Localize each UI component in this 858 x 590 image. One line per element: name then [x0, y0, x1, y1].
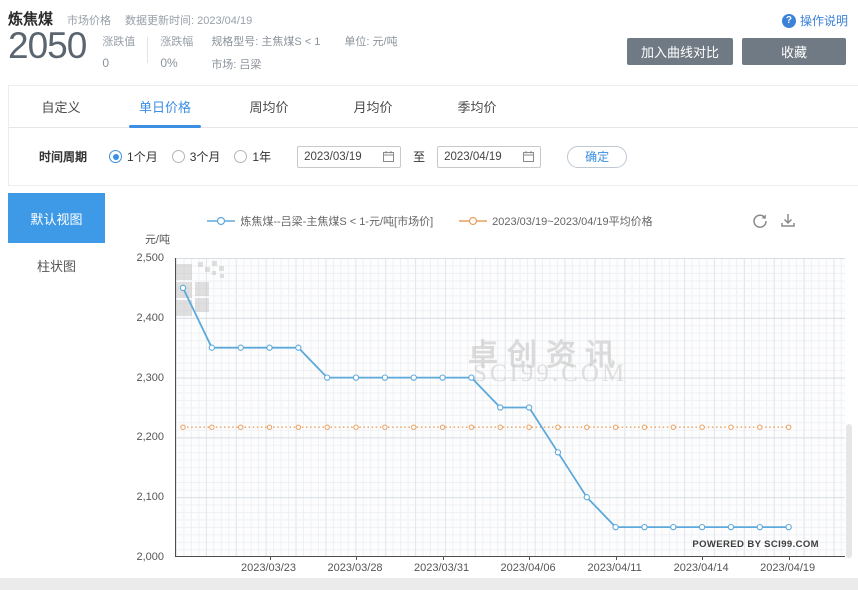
x-axis-tickmark	[616, 556, 617, 560]
price-line-chart	[176, 258, 846, 557]
unit-label: 单位: 元/吨	[344, 27, 397, 49]
refresh-icon[interactable]	[751, 212, 769, 230]
tab-daily-price[interactable]: 单日价格	[113, 86, 217, 127]
calendar-icon	[523, 151, 534, 162]
period-label: 时间周期	[39, 148, 87, 165]
legend-label: 2023/03/19~2023/04/19平均价格	[492, 213, 653, 229]
x-axis: 2023/03/23 2023/03/28 2023/03/31 2023/04/06…	[175, 562, 845, 578]
end-date-input[interactable]: 2023/04/19	[437, 146, 541, 168]
horizontal-scrollbar[interactable]	[0, 578, 858, 590]
change-pct-block: 涨跌幅 0%	[160, 27, 193, 70]
start-date-value: 2023/03/19	[304, 151, 362, 163]
radio-label: 3个月	[190, 148, 221, 165]
legend-label: 炼焦煤--吕梁-主焦煤S < 1-元/吨[市场价]	[240, 213, 433, 229]
price-summary: 2050 涨跌值 0 涨跌幅 0% 规格型号: 主焦煤S < 1 市场: 吕梁 …	[8, 27, 398, 72]
tab-custom[interactable]: 自定义	[9, 86, 113, 127]
y-axis-tick: 2,000	[136, 551, 164, 563]
y-axis-tick: 2,100	[136, 491, 164, 503]
sidebar-item-default-view[interactable]: 默认视图	[8, 193, 105, 243]
x-axis-tick: 2023/04/19	[760, 562, 815, 574]
x-axis-tick: 2023/04/11	[587, 562, 641, 574]
y-axis-tick: 2,200	[136, 431, 164, 443]
calendar-icon	[383, 151, 394, 162]
y-axis: 2,500 2,400 2,300 2,200 2,100 2,000	[105, 252, 171, 562]
x-axis-tickmark	[270, 556, 271, 560]
radio-icon	[234, 150, 247, 163]
price-type-tabs: 自定义 单日价格 周均价 月均价 季均价	[8, 85, 858, 128]
legend-item-price-series[interactable]: 炼焦煤--吕梁-主焦煤S < 1-元/吨[市场价]	[207, 213, 433, 229]
powered-by-label: POWERED BY SCI99.COM	[692, 539, 819, 550]
confirm-button[interactable]: 确定	[567, 146, 627, 168]
sidebar-item-bar-chart[interactable]: 柱状图	[8, 250, 105, 280]
add-to-compare-button[interactable]: 加入曲线对比	[627, 38, 733, 65]
x-axis-tickmark	[529, 556, 530, 560]
legend-marker-line-icon	[459, 216, 487, 226]
y-axis-tick: 2,400	[136, 312, 164, 324]
divider	[147, 37, 148, 63]
y-axis-unit: 元/吨	[138, 231, 170, 247]
change-pct-label: 涨跌幅	[160, 33, 193, 49]
legend-marker-line-icon	[207, 216, 235, 226]
x-axis-tick: 2023/04/14	[674, 562, 729, 574]
x-axis-tickmark	[356, 556, 357, 560]
legend-item-average-series[interactable]: 2023/03/19~2023/04/19平均价格	[459, 213, 653, 229]
radio-1-month[interactable]: 1个月	[109, 148, 158, 165]
chart-legend: 炼焦煤--吕梁-主焦煤S < 1-元/吨[市场价] 2023/03/19~202…	[120, 213, 740, 229]
vertical-scrollbar[interactable]	[846, 424, 852, 558]
chart-plot-area[interactable]: 卓创资讯 SCI99.COM POWERED BY SCI99.COM	[175, 258, 845, 557]
x-axis-tickmark	[702, 556, 703, 560]
time-filter: 时间周期 1个月 3个月 1年 2023/03/19 至 2023/04/19 …	[8, 128, 858, 186]
page: 炼焦煤 市场价格 数据更新时间: 2023/04/19 ? 操作说明 2050 …	[0, 0, 858, 590]
question-icon: ?	[782, 14, 796, 28]
help-link[interactable]: ? 操作说明	[782, 12, 848, 29]
start-date-input[interactable]: 2023/03/19	[297, 146, 401, 168]
x-axis-tick: 2023/03/31	[414, 562, 469, 574]
radio-1-year[interactable]: 1年	[234, 148, 271, 165]
market-label: 市场: 吕梁	[211, 56, 320, 72]
change-value-label: 涨跌值	[102, 33, 135, 49]
spec-label: 规格型号: 主焦煤S < 1	[211, 33, 320, 49]
y-axis-tick: 2,500	[136, 252, 164, 264]
spec-block: 规格型号: 主焦煤S < 1 市场: 吕梁	[211, 27, 320, 72]
radio-label: 1个月	[127, 148, 158, 165]
radio-icon	[172, 150, 185, 163]
radio-3-month[interactable]: 3个月	[172, 148, 221, 165]
tab-quarterly-avg[interactable]: 季均价	[425, 86, 529, 127]
x-axis-tickmark	[789, 556, 790, 560]
to-label: 至	[413, 148, 425, 165]
x-axis-tick: 2023/03/28	[328, 562, 383, 574]
download-icon[interactable]	[779, 212, 797, 230]
x-axis-tick: 2023/04/06	[501, 562, 556, 574]
x-axis-tick: 2023/03/23	[241, 562, 296, 574]
tab-weekly-avg[interactable]: 周均价	[217, 86, 321, 127]
current-price: 2050	[8, 27, 86, 65]
change-value-block: 涨跌值 0	[102, 27, 135, 70]
tab-monthly-avg[interactable]: 月均价	[321, 86, 425, 127]
radio-icon	[109, 150, 122, 163]
x-axis-tickmark	[443, 556, 444, 560]
change-value: 0	[102, 56, 135, 70]
y-axis-tick: 2,300	[136, 372, 164, 384]
end-date-value: 2023/04/19	[444, 151, 502, 163]
change-pct: 0%	[160, 56, 193, 70]
favorite-button[interactable]: 收藏	[742, 38, 846, 65]
radio-label: 1年	[252, 148, 271, 165]
help-link-label: 操作说明	[800, 12, 848, 29]
